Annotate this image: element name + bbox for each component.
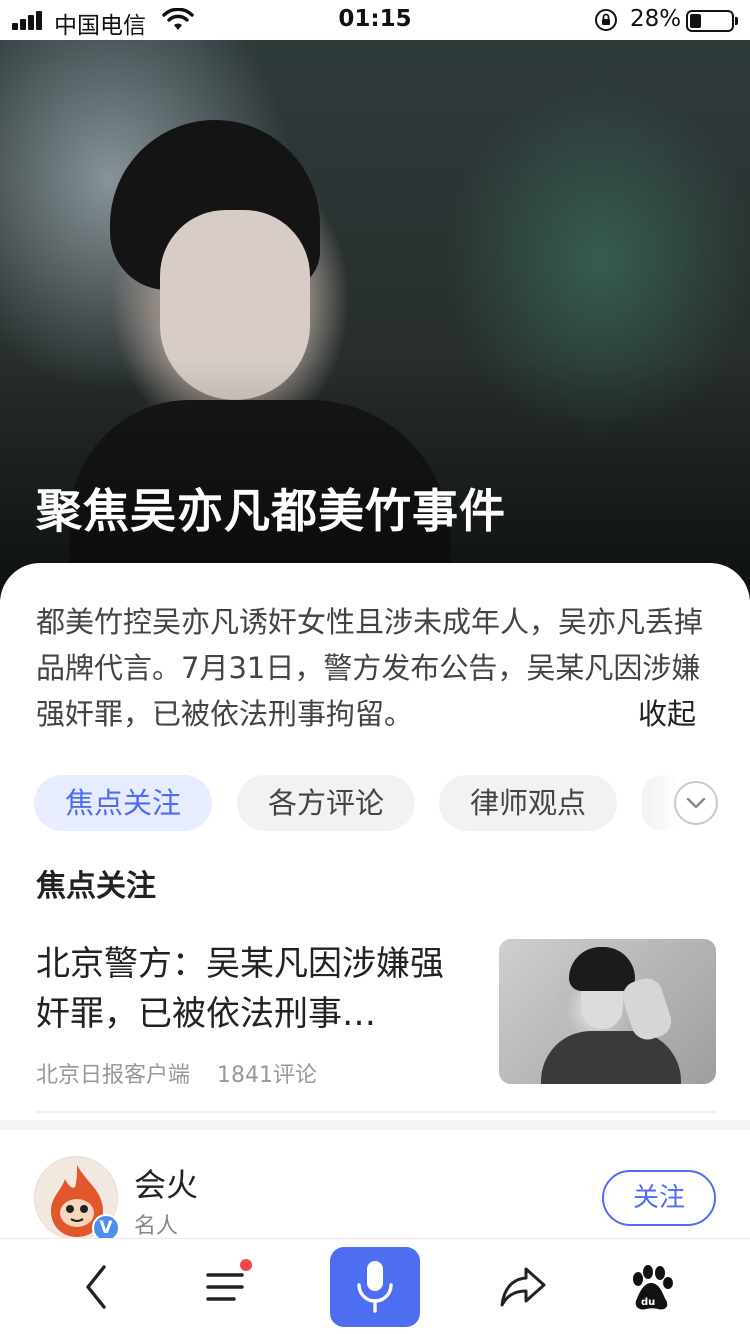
battery-percent: 28% [630,6,682,32]
hero-banner[interactable]: 聚焦吴亦凡都美竹事件 [0,40,750,600]
section-title: 焦点关注 [36,869,156,904]
divider [36,1111,716,1113]
news-comment-count: 1841评论 [217,1063,318,1088]
svg-text:du: du [641,1297,655,1308]
news-meta: 北京日报客户端 1841评论 [36,1057,337,1089]
collapse-link[interactable]: 收起 [638,691,696,737]
section-gap [0,1120,750,1130]
expand-tabs-button[interactable] [674,781,718,825]
voice-search-button[interactable] [330,1247,420,1327]
bottom-toolbar: du [0,1238,750,1334]
author-subtitle: 名人 [134,1214,179,1239]
news-source: 北京日报客户端 [36,1063,191,1088]
author-row: V 会火 名人 关注 [0,1130,750,1242]
baidu-paw-icon[interactable]: du [620,1257,680,1317]
author-name[interactable]: 会火 [134,1160,198,1206]
notification-dot [240,1259,252,1271]
tab-lawyer-views[interactable]: 律师观点 [439,775,617,831]
hero-title: 聚焦吴亦凡都美竹事件 [36,484,506,538]
tab-focus[interactable]: 焦点关注 [34,775,212,831]
news-title[interactable]: 北京警方：吴某凡因涉嫌强奸罪，已被依法刑事… [36,939,476,1039]
news-item[interactable]: 北京警方：吴某凡因涉嫌强奸罪，已被依法刑事… 北京日报客户端 1841评论 [36,939,716,1088]
microphone-icon [357,1261,393,1313]
event-summary: 都美竹控吴亦凡诱奸女性且涉未成年人，吴亦凡丢掉品牌代言。7月31日，警方发布公告… [36,605,704,731]
content-card: 都美竹控吴亦凡诱奸女性且涉未成年人，吴亦凡丢掉品牌代言。7月31日，警方发布公告… [0,563,750,1123]
rotation-lock-icon [595,9,617,31]
battery-icon [686,10,738,32]
chevron-down-icon [686,797,706,809]
back-icon[interactable] [68,1257,128,1317]
follow-button[interactable]: 关注 [602,1170,716,1226]
battery-fill [690,14,701,28]
tab-comments[interactable]: 各方评论 [237,775,415,831]
topic-tabs: 焦点关注 各方评论 律师观点 [34,775,750,831]
share-icon[interactable] [494,1257,554,1317]
news-thumbnail[interactable] [499,939,716,1084]
status-bar: 中国电信 01:15 28% [0,0,750,40]
